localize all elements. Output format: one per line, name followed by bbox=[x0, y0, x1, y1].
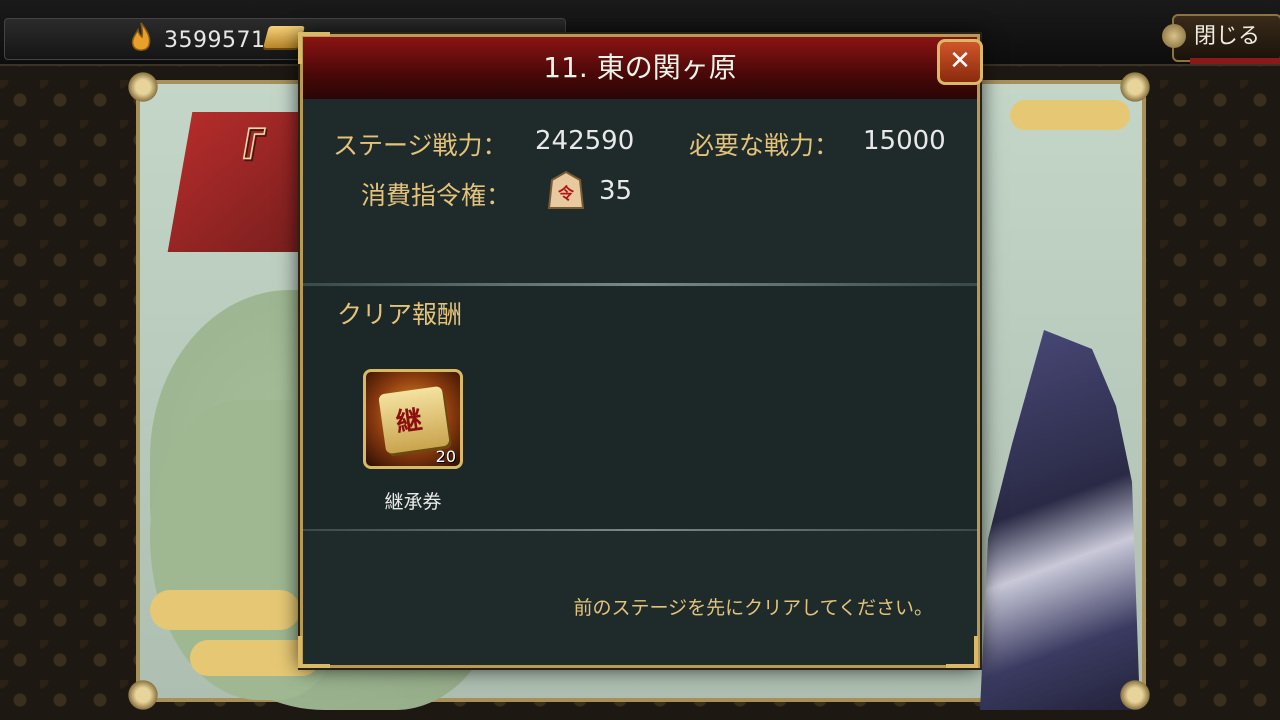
dialog-corner-accent bbox=[946, 636, 978, 668]
close-screen-button[interactable]: 閉じる bbox=[1162, 14, 1280, 62]
required-power-value: 15000 bbox=[863, 126, 946, 156]
command-token-icon: 令 bbox=[547, 170, 585, 209]
red-accent-bar bbox=[1190, 58, 1280, 64]
stage-power-value: 242590 bbox=[535, 126, 635, 156]
ticket-char: 継 bbox=[394, 405, 425, 439]
stage-power-label: ステージ戦力： bbox=[333, 131, 508, 160]
button-knob-icon bbox=[1162, 24, 1186, 48]
dialog-title: 11. 東の関ヶ原 bbox=[543, 51, 737, 84]
command-token-char: 令 bbox=[557, 184, 575, 203]
cost-value: 35 bbox=[599, 176, 633, 206]
frame-corner-ornament bbox=[126, 678, 160, 712]
section-divider bbox=[303, 283, 977, 286]
reward-item-name: 継承券 bbox=[384, 491, 442, 513]
reward-item-slot[interactable]: 継 20 bbox=[363, 369, 463, 469]
decor-cloud bbox=[150, 590, 300, 630]
reward-count: 20 bbox=[435, 447, 456, 466]
fire-icon bbox=[131, 22, 151, 51]
rewards-title: クリア報酬 bbox=[337, 300, 463, 329]
inheritance-ticket-icon: 継 bbox=[378, 385, 450, 455]
close-screen-label: 閉じる bbox=[1193, 24, 1260, 49]
cost-label: 消費指令権： bbox=[361, 181, 512, 210]
decor-cloud bbox=[1010, 100, 1130, 130]
stage-info-dialog: 11. 東の関ヶ原 ✕ ステージ戦力： 242590 必要な戦力： 15000 … bbox=[300, 34, 983, 668]
frame-corner-ornament bbox=[1118, 70, 1152, 104]
dialog-close-button[interactable]: ✕ bbox=[937, 39, 983, 85]
dialog-corner-accent bbox=[298, 636, 330, 668]
frame-corner-ornament bbox=[1118, 678, 1152, 712]
required-power-label: 必要な戦力： bbox=[689, 131, 840, 160]
frame-corner-ornament bbox=[126, 70, 160, 104]
dialog-corner-accent bbox=[298, 32, 330, 64]
locked-stage-notice: 前のステージを先にクリアしてください。 bbox=[573, 597, 933, 619]
dialog-header: 11. 東の関ヶ原 bbox=[303, 37, 977, 101]
